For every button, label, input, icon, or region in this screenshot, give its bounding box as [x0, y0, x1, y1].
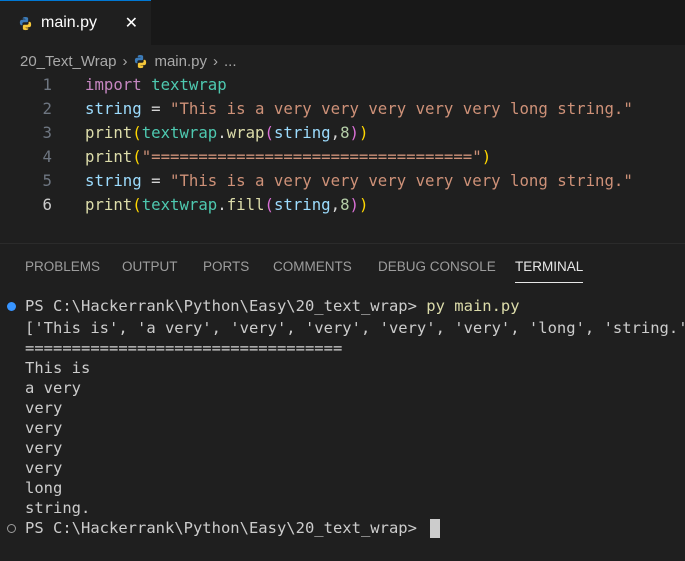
tab-comments[interactable]: COMMENTS: [273, 256, 352, 282]
terminal-output-line: This is: [25, 359, 91, 377]
code-text: print(textwrap.fill(string,8)): [85, 193, 368, 217]
terminal-output-line: ['This is', 'a very', 'very', 'very', 'v…: [25, 319, 685, 337]
tab-debug-console[interactable]: DEBUG CONSOLE: [378, 256, 496, 282]
code-token: print: [85, 147, 133, 166]
tab-terminal[interactable]: TERMINAL: [515, 256, 584, 283]
code-token: .: [217, 123, 227, 142]
line-number: 1: [42, 75, 52, 94]
command-success-icon[interactable]: [7, 302, 16, 311]
code-token: .: [217, 195, 227, 214]
code-line[interactable]: 2 string = "This is a very very very very…: [0, 97, 685, 121]
terminal-prompt: PS C:\Hackerrank\Python\Easy\20_text_wra…: [25, 297, 427, 315]
terminal-output-line: ==================================: [25, 339, 343, 357]
code-line[interactable]: 6 print(textwrap.fill(string,8)): [0, 193, 685, 217]
python-icon: [18, 16, 33, 31]
code-token: textwrap: [141, 123, 218, 142]
code-token: =: [141, 171, 171, 190]
code-token: textwrap: [141, 195, 218, 214]
code-token: ): [349, 123, 359, 142]
code-token: fill: [226, 195, 265, 214]
code-token: import: [85, 75, 142, 94]
code-token: (: [132, 123, 142, 142]
code-token: "This is a very very very very very long…: [170, 99, 633, 118]
line-number: 4: [42, 147, 52, 166]
line-number: 3: [42, 123, 52, 142]
code-token: "==================================": [141, 147, 482, 166]
tab-problems[interactable]: PROBLEMS: [25, 256, 100, 282]
code-token: print: [85, 195, 133, 214]
line-number: 2: [42, 99, 52, 118]
close-icon[interactable]: ✕: [125, 13, 138, 33]
code-text: print(textwrap.wrap(string,8)): [85, 121, 368, 145]
code-token: =: [141, 99, 171, 118]
code-token: string: [85, 171, 142, 190]
code-line[interactable]: 3 print(textwrap.wrap(string,8)): [0, 121, 685, 145]
code-token: "This is a very very very very very long…: [170, 171, 633, 190]
panel-tab-bar: PROBLEMS OUTPUT PORTS COMMENTS DEBUG CON…: [0, 256, 685, 283]
terminal-output-line: a very: [25, 379, 81, 397]
terminal-output-line: long: [25, 479, 63, 497]
code-token: (: [264, 123, 274, 142]
code-line[interactable]: 4 print("================================…: [0, 145, 685, 169]
tab-output[interactable]: OUTPUT: [122, 256, 178, 282]
code-token: ): [358, 195, 369, 214]
panel-divider: [0, 243, 685, 244]
code-token: (: [264, 195, 274, 214]
terminal-cursor: [430, 519, 441, 538]
python-icon: [133, 54, 148, 69]
code-token: textwrap: [151, 75, 227, 94]
tab-label: main.py: [41, 14, 98, 31]
terminal-prompt: PS C:\Hackerrank\Python\Easy\20_text_wra…: [25, 519, 427, 537]
code-editor[interactable]: 1 import textwrap 2 string = "This is a ver…: [0, 73, 685, 218]
terminal-output-line: very: [25, 419, 63, 437]
code-token: ): [358, 123, 369, 142]
terminal-output-line: very: [25, 459, 63, 477]
terminal-command: py main.py: [426, 297, 520, 315]
terminal-output-line: very: [25, 399, 63, 417]
chevron-right-icon: ›: [122, 52, 128, 70]
code-token: ,: [330, 123, 341, 142]
terminal-prompt-line: PS C:\Hackerrank\Python\Easy\20_text_wra…: [25, 518, 441, 538]
code-token: wrap: [226, 123, 265, 142]
terminal-output-line: string.: [25, 499, 91, 517]
code-token: (: [132, 147, 142, 166]
code-token: ): [481, 147, 492, 166]
breadcrumb-folder[interactable]: 20_Text_Wrap: [20, 53, 116, 70]
editor-tab-bar: main.py ✕: [0, 0, 685, 45]
command-pending-icon[interactable]: [7, 524, 16, 533]
terminal-output-line: very: [25, 439, 63, 457]
code-text: import textwrap: [85, 73, 227, 97]
code-token: string: [85, 99, 142, 118]
code-text: print("=================================…: [85, 145, 491, 169]
line-number: 5: [42, 171, 52, 190]
line-number: 6: [42, 195, 52, 214]
code-line[interactable]: 5 string = "This is a very very very very…: [0, 169, 685, 193]
breadcrumb-more[interactable]: ...: [224, 53, 237, 70]
terminal-prompt-line: PS C:\Hackerrank\Python\Easy\20_text_wra…: [25, 296, 520, 316]
code-token: (: [132, 195, 142, 214]
code-token: ,: [330, 195, 341, 214]
code-token: print: [85, 123, 133, 142]
code-token: 8: [340, 195, 350, 214]
code-token: string: [273, 195, 331, 214]
code-token: 8: [340, 123, 350, 142]
tab-main-py[interactable]: main.py ✕: [0, 0, 151, 45]
breadcrumb-file[interactable]: main.py: [154, 53, 207, 70]
code-text: string = "This is a very very very very …: [85, 169, 633, 193]
code-token: ): [349, 195, 359, 214]
code-token: string: [273, 123, 331, 142]
code-text: string = "This is a very very very very …: [85, 97, 633, 121]
breadcrumb: 20_Text_Wrap › main.py › ...: [20, 50, 237, 72]
chevron-right-icon: ›: [212, 52, 218, 70]
tab-ports[interactable]: PORTS: [203, 256, 249, 282]
code-line[interactable]: 1 import textwrap: [0, 73, 685, 97]
